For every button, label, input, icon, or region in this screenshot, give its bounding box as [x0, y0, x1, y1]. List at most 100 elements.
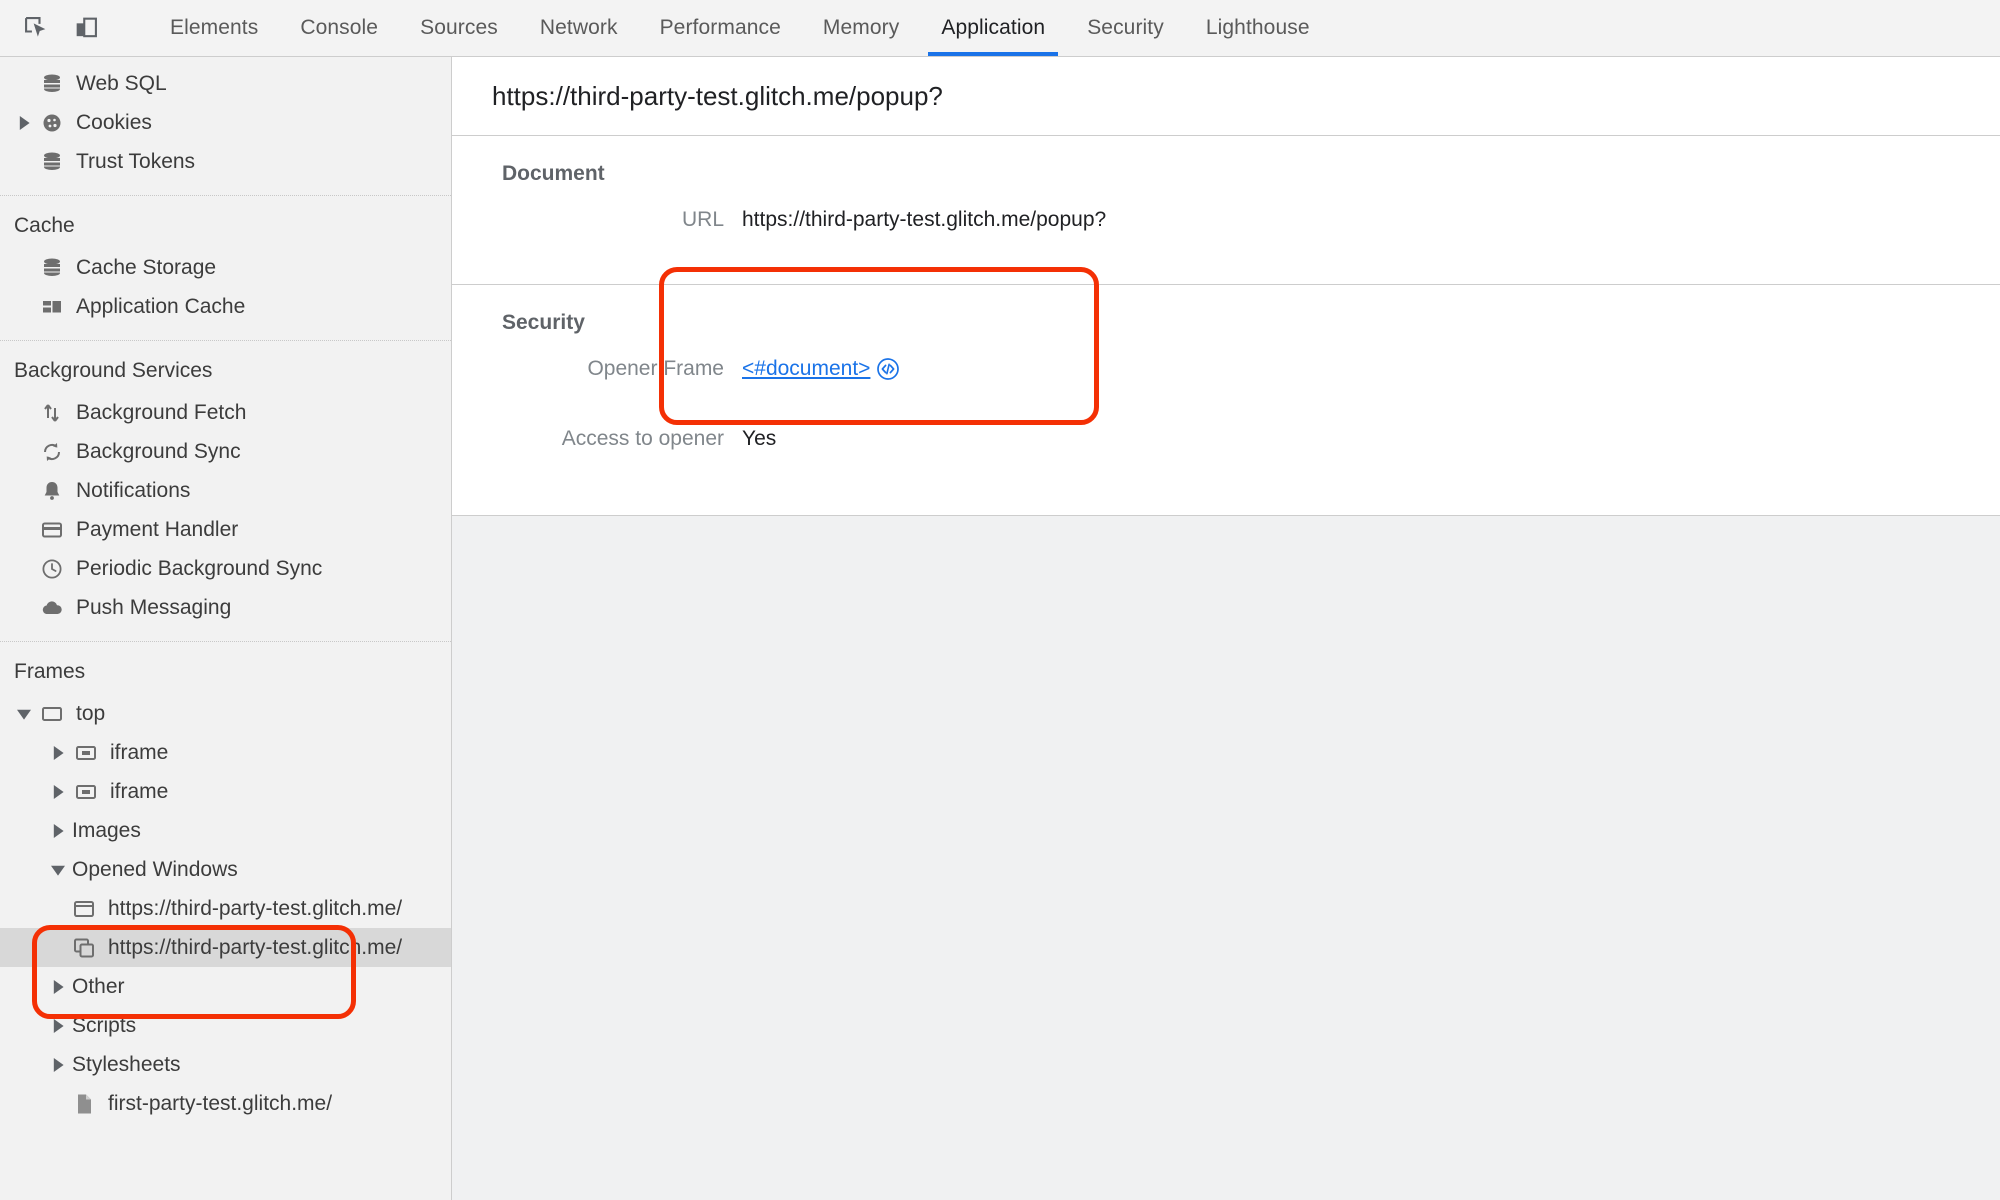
tab-security[interactable]: Security: [1066, 0, 1185, 56]
database-icon: [38, 57, 66, 59]
database-icon: [38, 148, 66, 176]
frames-tree-item-label: https://third-party-test.glitch.me/: [108, 896, 403, 920]
chevron-down-icon[interactable]: [14, 707, 34, 721]
sidebar-item-notifications[interactable]: Notifications: [0, 471, 451, 510]
chevron-right-icon[interactable]: [48, 784, 68, 799]
frame-icon: [38, 700, 66, 728]
document-url-key: URL: [681, 208, 724, 231]
frames-tree-item-label: Stylesheets: [72, 1052, 181, 1076]
sidebar-item-background-fetch[interactable]: Background Fetch: [0, 393, 451, 432]
chevron-right-icon[interactable]: [14, 115, 34, 130]
iframe-icon: [72, 739, 100, 767]
tab-elements[interactable]: Elements: [149, 0, 279, 56]
iframe-icon: [72, 778, 100, 806]
cache-group: Cache Cache Storage Application Cache: [0, 196, 451, 341]
frames-tree-item-other[interactable]: Other: [0, 967, 451, 1006]
sidebar-item-push-messaging[interactable]: Push Messaging: [0, 588, 451, 627]
background-services-title: Background Services: [14, 359, 213, 382]
frames-tree-item-opened-window-1[interactable]: https://third-party-test.glitch.me/: [0, 889, 451, 928]
windows-stack-icon: [70, 934, 98, 962]
chevron-right-icon[interactable]: [48, 745, 68, 760]
tab-application[interactable]: Application: [920, 0, 1066, 56]
document-section: Document URL https://third-party-test.gl…: [452, 136, 2000, 285]
tab-label: Lighthouse: [1205, 16, 1310, 39]
frame-details-panel: https://third-party-test.glitch.me/popup…: [452, 57, 2000, 1200]
sidebar-item-label: Push Messaging: [76, 595, 232, 619]
opener-frame-row: Opener Frame <#document>: [452, 357, 2000, 395]
frames-tree-item-opened-windows[interactable]: Opened Windows: [0, 850, 451, 889]
security-section: Security Opener Frame <#document> Access…: [452, 267, 2000, 516]
tab-label: Security: [1087, 16, 1164, 39]
frames-tree-item-scripts[interactable]: Scripts: [0, 1006, 451, 1045]
frames-tree-item-label: https://third-party-test.glitch.me/: [108, 935, 403, 959]
security-opener-highlight: [659, 267, 1099, 425]
tab-network[interactable]: Network: [519, 0, 639, 56]
tab-console[interactable]: Console: [279, 0, 399, 56]
sidebar-item-application-cache[interactable]: Application Cache: [0, 287, 451, 326]
frames-group: Frames top iframe iframe Images Opened W…: [0, 642, 451, 1137]
frames-tree-item-iframe-1[interactable]: iframe: [0, 733, 451, 772]
frames-tree-item-stylesheets[interactable]: Stylesheets: [0, 1045, 451, 1084]
chevron-right-icon[interactable]: [48, 979, 68, 994]
frames-tree-item-label: top: [76, 701, 106, 725]
bell-icon: [38, 477, 66, 505]
sidebar-item-web-sql[interactable]: Web SQL: [0, 64, 451, 103]
frames-tree-item-stylesheet-file[interactable]: first-party-test.glitch.me/: [0, 1084, 451, 1123]
panel-tab-strip: Elements Console Sources Network Perform…: [149, 0, 1331, 56]
access-to-opener-value: Yes: [742, 427, 777, 450]
application-sidebar[interactable]: IndexedDB Web SQL: [0, 57, 452, 1200]
chevron-right-icon[interactable]: [48, 823, 68, 838]
sidebar-item-cache-storage[interactable]: Cache Storage: [0, 248, 451, 287]
tab-memory[interactable]: Memory: [802, 0, 920, 56]
tab-label: Performance: [659, 16, 781, 39]
frames-tree-item-opened-window-2[interactable]: https://third-party-test.glitch.me/: [0, 928, 451, 967]
sync-icon: [38, 438, 66, 466]
storage-group: IndexedDB Web SQL: [0, 57, 451, 196]
sidebar-item-payment-handler[interactable]: Payment Handler: [0, 510, 451, 549]
code-brackets-icon[interactable]: [876, 357, 900, 381]
tab-lighthouse[interactable]: Lighthouse: [1185, 0, 1331, 56]
sidebar-item-trust-tokens[interactable]: Trust Tokens: [0, 142, 451, 181]
sidebar-item-label: Background Sync: [76, 439, 241, 463]
device-toolbar-icon[interactable]: [66, 8, 106, 48]
devtools-body: IndexedDB Web SQL: [0, 57, 2000, 1200]
tab-label: Application: [941, 16, 1046, 39]
document-section-heading: Document: [502, 162, 605, 185]
sidebar-item-label: Cache Storage: [76, 255, 217, 279]
chevron-right-icon[interactable]: [48, 1057, 68, 1072]
window-icon: [70, 895, 98, 923]
sidebar-item-background-sync[interactable]: Background Sync: [0, 432, 451, 471]
inspect-element-icon[interactable]: [16, 8, 56, 48]
opener-frame-value: <#document>: [742, 357, 900, 381]
frames-tree-item-images[interactable]: Images: [0, 811, 451, 850]
sidebar-item-label: Cookies: [76, 110, 152, 134]
chevron-down-icon[interactable]: [48, 863, 68, 877]
credit-card-icon: [38, 516, 66, 544]
document-url-row: URL https://third-party-test.glitch.me/p…: [452, 208, 2000, 246]
frames-group-title: Frames: [14, 660, 86, 683]
sidebar-item-label: Background Fetch: [76, 400, 247, 424]
security-section-heading: Security: [502, 311, 585, 334]
tab-performance[interactable]: Performance: [639, 0, 802, 56]
tab-label: Elements: [170, 16, 259, 39]
document-url-value: https://third-party-test.glitch.me/popup…: [742, 208, 1107, 231]
clock-icon: [38, 555, 66, 583]
frames-tree-item-label: Other: [72, 974, 125, 998]
opener-frame-key: Opener Frame: [587, 357, 724, 380]
background-services-group: Background Services Background Fetch Bac…: [0, 341, 451, 642]
frames-tree-item-top[interactable]: top: [0, 694, 451, 733]
chevron-right-icon[interactable]: [48, 1018, 68, 1033]
frames-tree-item-iframe-2[interactable]: iframe: [0, 772, 451, 811]
cache-group-title: Cache: [14, 214, 75, 237]
sidebar-item-label: Notifications: [76, 478, 191, 502]
tab-sources[interactable]: Sources: [399, 0, 519, 56]
sidebar-item-indexeddb[interactable]: IndexedDB: [0, 57, 451, 64]
sidebar-item-periodic-background-sync[interactable]: Periodic Background Sync: [0, 549, 451, 588]
sidebar-item-label: Trust Tokens: [76, 149, 196, 173]
frame-url-header: https://third-party-test.glitch.me/popup…: [452, 57, 2000, 136]
access-to-opener-row: Access to opener Yes: [452, 427, 2000, 465]
frames-tree-item-label: Scripts: [72, 1013, 137, 1037]
sidebar-item-cookies[interactable]: Cookies: [0, 103, 451, 142]
frames-tree-item-label: Opened Windows: [72, 857, 238, 881]
opener-frame-link[interactable]: <#document>: [742, 357, 870, 381]
